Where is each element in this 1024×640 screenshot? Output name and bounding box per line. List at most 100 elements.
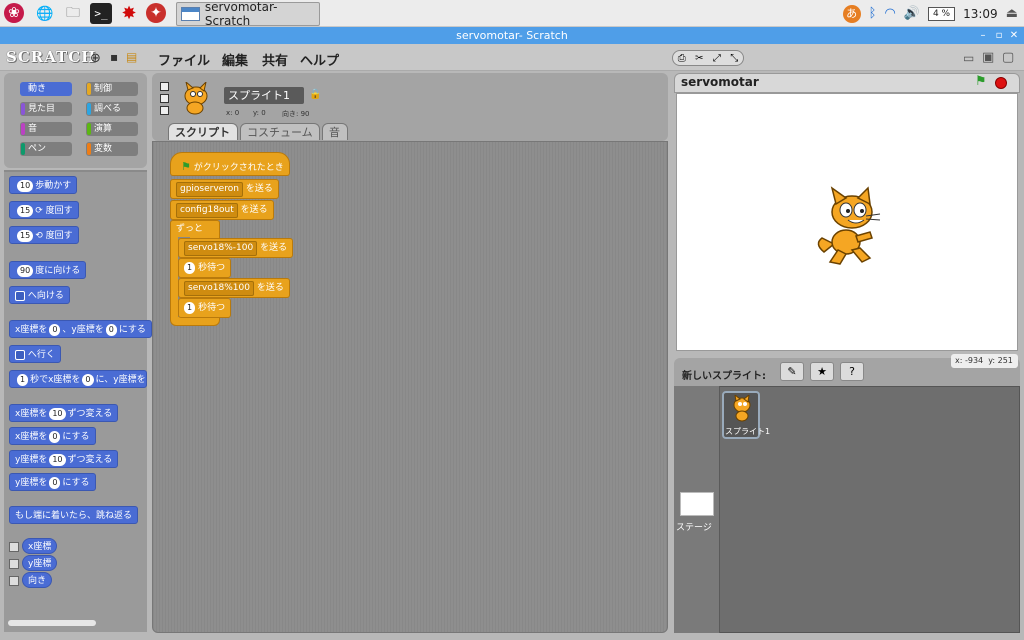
question-star-icon: ? bbox=[849, 365, 855, 378]
normal-stage-icon[interactable]: ▣ bbox=[982, 50, 994, 65]
taskbar-window-button[interactable]: servomotar- Scratch bbox=[176, 0, 320, 28]
maximize-icon[interactable]: ▫ bbox=[992, 27, 1006, 44]
forever-label: ずっと bbox=[176, 224, 204, 234]
random-sprite-button[interactable]: ? bbox=[840, 362, 864, 381]
category-operators[interactable]: 演算 bbox=[86, 122, 138, 136]
block-glide[interactable]: 1 秒でx座標を 0 に、y座標を bbox=[9, 370, 147, 388]
block-move[interactable]: 10 歩動かす bbox=[9, 176, 78, 194]
reporter-direction[interactable]: 向き bbox=[22, 572, 53, 588]
block-goto[interactable]: へ行く bbox=[9, 345, 61, 363]
wifi-icon[interactable]: ◠ bbox=[884, 6, 895, 21]
block-turn-right[interactable]: 15 ⟳ 度回す bbox=[9, 201, 79, 219]
sprite-tile-thumbnail bbox=[733, 395, 751, 422]
block-point-towards[interactable]: へ向ける bbox=[9, 286, 70, 304]
duplicate-tool-icon[interactable]: ⎙ bbox=[678, 53, 686, 64]
green-flag-button[interactable]: ⚑ bbox=[975, 74, 987, 89]
stop-button[interactable] bbox=[995, 77, 1007, 89]
tab-costumes[interactable]: コスチューム bbox=[240, 123, 320, 140]
minimize-icon[interactable]: – bbox=[976, 27, 990, 44]
category-control[interactable]: 制御 bbox=[86, 82, 138, 96]
palette-scrollbar[interactable] bbox=[8, 620, 96, 626]
menu-file[interactable]: ファイル bbox=[158, 50, 210, 69]
math-icon[interactable]: ✸ bbox=[118, 3, 140, 24]
category-pen[interactable]: ペン bbox=[20, 142, 72, 156]
lock-icon[interactable]: 🔒 bbox=[309, 89, 321, 100]
sprite-direction: 向き: 90 bbox=[282, 110, 310, 118]
clock[interactable]: 13:09 bbox=[963, 7, 998, 21]
window-icon bbox=[181, 7, 200, 21]
taskbar: ❀ 🌐 🗀 >_ ✸ ✦ servomotar- Scratch あ ᛒ ◠ 🔊… bbox=[0, 0, 1024, 28]
script-hat-block[interactable]: ⚑ がクリックされたとき bbox=[170, 152, 290, 176]
category-looks[interactable]: 見た目 bbox=[20, 102, 72, 116]
bluetooth-icon[interactable]: ᛒ bbox=[869, 6, 877, 21]
tab-sounds[interactable]: 音 bbox=[322, 123, 348, 140]
file-manager-icon[interactable]: 🗀 bbox=[62, 3, 84, 24]
category-variables[interactable]: 変数 bbox=[86, 142, 138, 156]
delete-tool-icon[interactable]: ✂ bbox=[695, 53, 703, 64]
choose-sprite-button[interactable]: ★ bbox=[810, 362, 834, 381]
cpu-usage: 4 % bbox=[927, 6, 956, 21]
raspberry-menu-icon[interactable]: ❀ bbox=[4, 3, 24, 23]
browser-icon[interactable]: 🌐 bbox=[34, 3, 56, 24]
block-turn-left[interactable]: 15 ⟲ 度回す bbox=[9, 226, 79, 244]
stage-canvas[interactable] bbox=[676, 93, 1018, 351]
no-rotate-icon[interactable] bbox=[160, 106, 169, 115]
flip-style-icon[interactable] bbox=[160, 94, 169, 103]
script-broadcast-2[interactable]: config18out を送る bbox=[170, 200, 274, 220]
save-icon[interactable]: ▪ bbox=[110, 50, 118, 64]
reporter-x-position[interactable]: x座標 bbox=[22, 538, 58, 554]
rotation-style-icon[interactable] bbox=[160, 82, 169, 91]
grow-tool-icon[interactable]: ⤢ bbox=[713, 53, 721, 64]
paint-new-sprite-button[interactable]: ✎ bbox=[780, 362, 804, 381]
tab-scripts[interactable]: スクリプト bbox=[168, 123, 238, 140]
wolfram-icon[interactable]: ✦ bbox=[146, 3, 166, 23]
hat-label: がクリックされたとき bbox=[193, 163, 284, 173]
system-tray: あ ᛒ ◠ 🔊 4 % 13:09 ⏏ bbox=[842, 0, 1024, 27]
share-icon[interactable]: ▤ bbox=[126, 50, 137, 64]
menu-help[interactable]: ヘルプ bbox=[300, 50, 339, 69]
checkbox-direction[interactable] bbox=[9, 576, 19, 586]
script-wait-2[interactable]: 1 秒待つ bbox=[178, 298, 232, 318]
block-point-in-direction[interactable]: 90 度に向ける bbox=[9, 261, 87, 279]
close-icon[interactable]: ✕ bbox=[1007, 27, 1021, 44]
stage-thumbnail[interactable] bbox=[680, 492, 714, 516]
block-change-y[interactable]: y座標を 10 ずつ変える bbox=[9, 450, 119, 468]
mouse-coordinates: x: -934 y: 251 bbox=[951, 354, 1018, 368]
paint-star-icon: ✎ bbox=[787, 365, 797, 378]
volume-icon[interactable]: 🔊 bbox=[904, 6, 920, 21]
terminal-icon[interactable]: >_ bbox=[90, 3, 112, 24]
green-flag-icon: ⚑ bbox=[181, 160, 191, 173]
category-sensing[interactable]: 調べる bbox=[86, 102, 138, 116]
category-motion[interactable]: 動き bbox=[20, 82, 72, 96]
window-titlebar: servomotar- Scratch – ▫ ✕ bbox=[0, 27, 1024, 44]
folder-star-icon: ★ bbox=[817, 365, 827, 378]
new-sprite-label: 新しいスプライト: bbox=[682, 371, 766, 382]
presentation-mode-icon[interactable]: ▢ bbox=[1002, 50, 1014, 65]
shrink-tool-icon[interactable]: ⤡ bbox=[730, 53, 738, 64]
taskbar-window-label: servomotar- Scratch bbox=[204, 0, 278, 28]
menu-share[interactable]: 共有 bbox=[262, 50, 288, 69]
sprite-name-input[interactable]: スプライト1 bbox=[224, 87, 304, 104]
block-bounce[interactable]: もし端に着いたら、跳ね返る bbox=[9, 506, 139, 524]
block-change-x[interactable]: x座標を 10 ずつ変える bbox=[9, 404, 119, 422]
stage-label: ステージ bbox=[676, 523, 712, 533]
menu-edit[interactable]: 編集 bbox=[222, 50, 248, 69]
sprite-tile[interactable]: スプライト1 bbox=[722, 391, 770, 439]
checkbox-y-position[interactable] bbox=[9, 559, 19, 569]
block-goto-xy[interactable]: x座標を 0 、y座標を 0 にする bbox=[9, 320, 152, 338]
script-broadcast-4[interactable]: servo18%100 を送る bbox=[178, 278, 290, 298]
block-set-y[interactable]: y座標を 0 にする bbox=[9, 473, 96, 491]
category-sound[interactable]: 音 bbox=[20, 122, 72, 136]
eject-icon[interactable]: ⏏ bbox=[1006, 6, 1018, 21]
language-globe-icon[interactable]: ⊕ bbox=[90, 51, 101, 66]
reporter-y-position[interactable]: y座標 bbox=[22, 555, 58, 571]
project-title: servomotar bbox=[681, 75, 759, 89]
small-stage-icon[interactable]: ▭ bbox=[963, 51, 974, 65]
checkbox-x-position[interactable] bbox=[9, 542, 19, 552]
script-broadcast-3[interactable]: servo18%-100 を送る bbox=[178, 238, 294, 258]
script-wait-1[interactable]: 1 秒待つ bbox=[178, 258, 232, 278]
block-set-x[interactable]: x座標を 0 にする bbox=[9, 427, 96, 445]
scratch-cat-sprite[interactable] bbox=[812, 186, 890, 268]
ime-icon[interactable]: あ bbox=[842, 4, 861, 23]
script-broadcast-1[interactable]: gpioserveron を送る bbox=[170, 179, 279, 199]
